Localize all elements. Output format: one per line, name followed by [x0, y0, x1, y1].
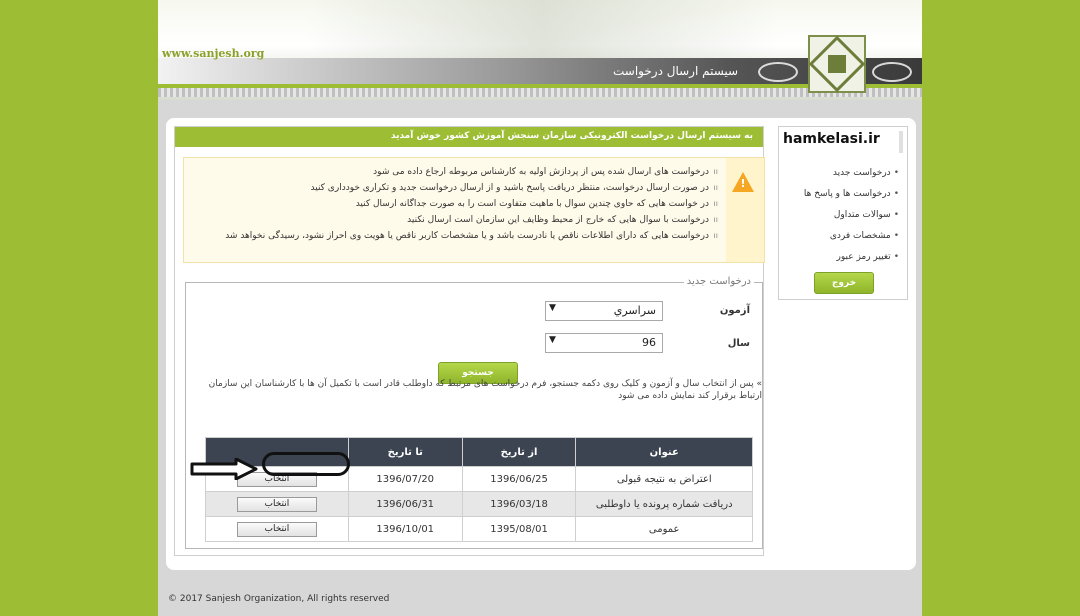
table-row: اعتراض به نتیجه قبولی 1396/06/25 1396/07…: [205, 466, 753, 492]
year-select-value: 96: [642, 336, 656, 349]
year-label: سال: [727, 338, 750, 349]
bullet-icon: ıı: [713, 199, 718, 208]
row-to-date: 1396/06/31: [347, 491, 463, 517]
bullet-icon: ıı: [713, 215, 718, 224]
sidebar-menu: •درخواست جدید •درخواست ها و پاسخ ها •سوا…: [804, 163, 899, 268]
sidebar-item-new-request[interactable]: •درخواست جدید: [804, 163, 899, 184]
sidebar-brand: hamkelasi.ir: [783, 131, 880, 147]
page: www.sanjesh.org سیستم ارسال درخواست به س…: [158, 0, 922, 616]
column-title: عنوان: [575, 437, 753, 467]
sidebar-item-profile[interactable]: •مشخصات فردی: [804, 226, 899, 247]
notice-item: ııدر صورت ارسال درخواست، منتظر دریافت پا…: [188, 180, 719, 196]
exam-select[interactable]: سراسري ▼: [545, 301, 663, 321]
table-header-row: عنوان از تاریخ تا تاریخ: [205, 437, 753, 467]
notice-item: ııدرخواست هایی که دارای اطلاعات ناقص یا …: [188, 228, 718, 244]
notice-list: ııدرخواست های ارسال شده پس از پردازش اول…: [188, 164, 718, 244]
row-from-date: 1396/06/25: [461, 466, 577, 492]
bullet-icon: •: [893, 189, 899, 199]
row-title: عمومی: [575, 516, 753, 542]
row-to-date: 1396/07/20: [347, 466, 463, 492]
year-select[interactable]: 96 ▼: [545, 333, 663, 353]
select-button[interactable]: انتخاب: [236, 521, 317, 537]
header-banner: www.sanjesh.org سیستم ارسال درخواست: [158, 0, 922, 100]
column-to-date: تا تاریخ: [347, 437, 463, 467]
bullet-icon: •: [893, 168, 899, 178]
bullet-icon: •: [893, 210, 899, 220]
ornament-icon: [758, 62, 798, 82]
notice-item: ııدر خواست هایی که حاوی چندین سوال با ما…: [188, 196, 718, 212]
dropdown-arrow-icon: ▼: [549, 303, 556, 313]
pointer-arrow-icon: [190, 458, 258, 480]
site-url[interactable]: www.sanjesh.org: [162, 47, 264, 60]
bullet-icon: •: [893, 231, 899, 241]
row-from-date: 1396/03/18: [461, 491, 577, 517]
warning-mark-icon: !: [740, 177, 746, 190]
notice-box: ! ııدرخواست های ارسال شده پس از پردازش ا…: [183, 157, 765, 263]
column-from-date: از تاریخ: [461, 437, 577, 467]
ornament-icon: [872, 62, 912, 82]
sidebar-item-requests-answers[interactable]: •درخواست ها و پاسخ ها: [804, 184, 899, 205]
notice-item: ııدرخواست های ارسال شده پس از پردازش اول…: [188, 164, 718, 180]
logout-button[interactable]: خروج: [814, 272, 874, 294]
bullet-icon: ıı: [713, 167, 718, 176]
new-request-fieldset: درخواست جدید آزمون سراسري ▼ سال 96 ▼ جست…: [185, 276, 763, 549]
bullet-icon: •: [893, 252, 899, 262]
main-panel: به سیستم ارسال درخواست الکترونیکی سازمان…: [174, 126, 765, 556]
notice-item: ııدرخواست با سوال هایی که خارج از محیط و…: [188, 212, 718, 228]
select-button[interactable]: انتخاب: [236, 496, 317, 512]
table-row: دریافت شماره پرونده یا داوطلبی 1396/03/1…: [205, 491, 753, 517]
dropdown-arrow-icon: ▼: [549, 335, 556, 345]
exam-select-value: سراسري: [613, 304, 656, 317]
sidebar: hamkelasi.ir •درخواست جدید •درخواست ها و…: [778, 126, 908, 300]
bullet-icon: ıı: [713, 231, 718, 240]
footer-copyright: © 2017 Sanjesh Organization, All rights …: [168, 594, 390, 604]
fieldset-legend: درخواست جدید: [683, 276, 754, 287]
sidebar-item-change-password[interactable]: •تغییر رمز عبور: [804, 247, 900, 268]
bullet-icon: ıı: [713, 183, 718, 192]
content-card: به سیستم ارسال درخواست الکترونیکی سازمان…: [166, 118, 916, 570]
sanjesh-logo[interactable]: [808, 35, 866, 93]
exam-label: آزمون: [719, 305, 750, 316]
welcome-bar: به سیستم ارسال درخواست الکترونیکی سازمان…: [175, 127, 763, 147]
header-building-image: [308, 0, 778, 62]
row-to-date: 1396/10/01: [347, 516, 463, 542]
request-types-table: عنوان از تاریخ تا تاریخ اعتراض به نتیجه …: [205, 437, 753, 542]
search-note: » پس از انتخاب سال و آزمون و کلیک روی دک…: [208, 379, 762, 401]
row-title: اعتراض به نتیجه قبولی: [575, 466, 753, 492]
row-title: دریافت شماره پرونده یا داوطلبی: [575, 491, 753, 517]
row-from-date: 1395/08/01: [461, 516, 577, 542]
system-title: سیستم ارسال درخواست: [613, 64, 739, 78]
table-row: عمومی 1395/08/01 1396/10/01 انتخاب: [205, 516, 753, 542]
sidebar-item-faq[interactable]: •سوالات متداول: [804, 205, 899, 226]
sidebar-scrollbar[interactable]: [899, 131, 903, 153]
